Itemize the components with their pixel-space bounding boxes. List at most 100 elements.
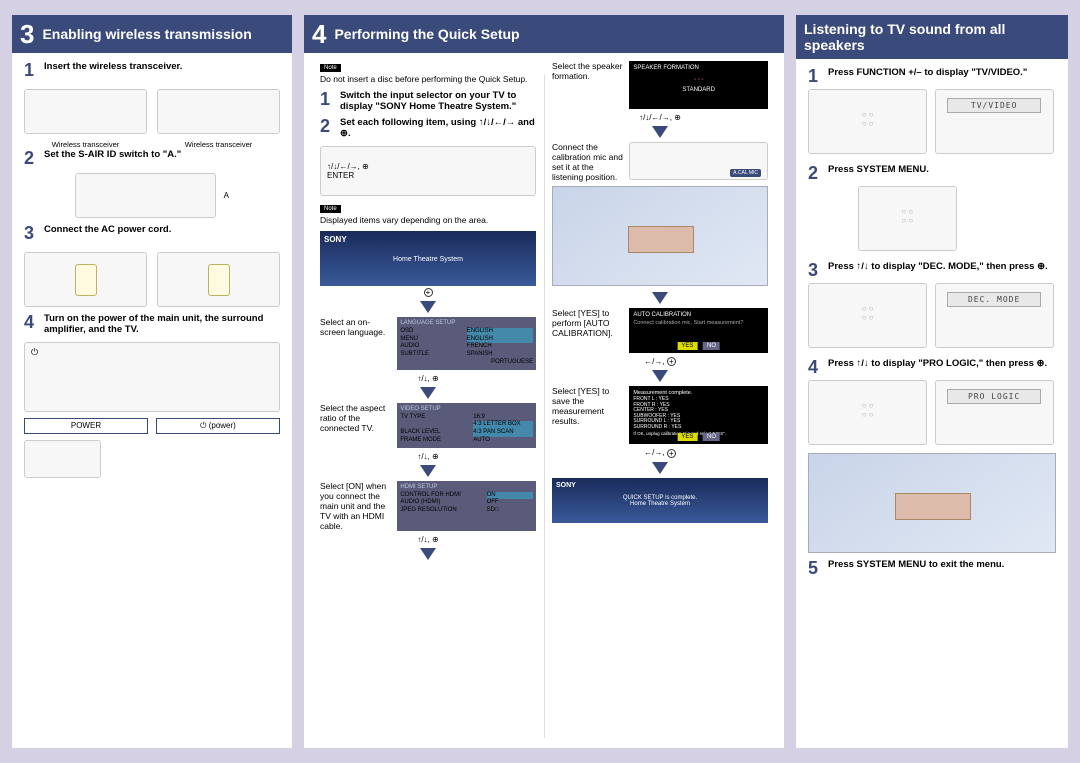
- rowB-label: Select the aspect ratio of the connected…: [320, 403, 391, 448]
- p3-step4: 4 Turn on the power of the main unit, th…: [24, 313, 280, 336]
- video-menu: VIDEO SETUP TV TYPE16:9 4:3 LETTER BOX B…: [397, 403, 536, 448]
- p3-s1-num: 1: [24, 61, 38, 79]
- p3-s2-num: 2: [24, 149, 38, 167]
- hint-c: ↑/↓, ⊕: [320, 535, 536, 544]
- p5-s3-num: 3: [808, 261, 822, 279]
- sony-logo: SONY: [324, 235, 532, 244]
- panel4-header: 4 Performing the Quick Setup: [304, 15, 784, 53]
- device-illus: TV/VIDEO: [935, 89, 1054, 154]
- rowA-label: Select an on-screen language.: [320, 317, 391, 370]
- lang-menu: LANGUAGE SETUP OSDENGLISH MENUENGLISH AU…: [397, 317, 536, 370]
- results-menu: Measurement complete. FRONT L : YES FRON…: [629, 386, 768, 444]
- p5-s3-illus: ○ ○○ ○ DEC. MODE: [808, 283, 1056, 348]
- hint-d: ↑/↓/←/→, ⊕: [552, 113, 768, 122]
- arrow-icon: [652, 292, 668, 304]
- ac-cord-illus-a: [24, 252, 147, 307]
- complete-screen: SONY QUICK SETUP is complete. Home Theat…: [552, 478, 768, 523]
- p5-s4-illus: ○ ○○ ○ PRO LOGIC: [808, 380, 1056, 445]
- p5-s3-text: Press ↑/↓ to display "DEC. MODE," then p…: [828, 261, 1048, 279]
- yes-button: YES: [677, 433, 697, 441]
- cap-a: A: [224, 191, 229, 200]
- no-button: NO: [703, 342, 720, 350]
- surround-sound-illus: [808, 453, 1056, 553]
- p4-rowF: Select [YES] to perform [AUTO CALIBRATIO…: [552, 308, 768, 353]
- remote-illus: ○ ○○ ○: [808, 283, 927, 348]
- device-mic-illus: A.CAL MIC: [629, 142, 768, 182]
- rowF-label: Select [YES] to perform [AUTO CALIBRATIO…: [552, 308, 623, 353]
- auto-calib-menu: AUTO CALIBRATION Connect calibration mic…: [629, 308, 768, 353]
- cap-wt-a: Wireless transceiver: [24, 140, 147, 149]
- p3-s1-text: Insert the wireless transceiver.: [44, 61, 182, 79]
- hint-plus: +: [320, 288, 536, 297]
- power-btn-label: ⏻ (power): [156, 418, 280, 434]
- p3-s4-num: 4: [24, 313, 38, 336]
- no-button: NO: [703, 433, 720, 441]
- p3-s1-illus-row: Wireless transceiver Wireless transceive…: [24, 83, 280, 149]
- note2-text: Displayed items vary depending on the ar…: [320, 215, 536, 225]
- hint-f: ←/→, +: [552, 357, 768, 366]
- arrow-icon: [652, 126, 668, 138]
- panel-tvsound: Listening to TV sound from all speakers …: [796, 15, 1068, 748]
- device-illus: PRO LOGIC: [935, 380, 1054, 445]
- note1-label: Note: [320, 64, 341, 72]
- p3-s4-text: Turn on the power of the main unit, the …: [44, 313, 280, 336]
- transceiver-illus-b: [157, 89, 280, 134]
- cap-wt-b: Wireless transceiver: [157, 140, 280, 149]
- p4-s2-num: 2: [320, 117, 334, 140]
- remote-enter-illus: ↑/↓/←/→, ⊕ ENTER: [320, 146, 536, 196]
- p3-step1: 1 Insert the wireless transceiver.: [24, 61, 280, 79]
- arrow-icon: [652, 462, 668, 474]
- rowG-label: Select [YES] to save the measurement res…: [552, 386, 623, 444]
- panel3-num: 3: [20, 21, 34, 47]
- panel4-num: 4: [312, 21, 326, 47]
- hint-a: ↑/↓, ⊕: [320, 374, 536, 383]
- p3-s2-text: Set the S-AIR ID switch to "A.": [44, 149, 181, 167]
- remote-sysmenu-illus: ○ ○○ ○: [858, 186, 957, 251]
- p5-step2: 2 Press SYSTEM MENU.: [808, 164, 1056, 182]
- panel3-body: 1 Insert the wireless transceiver. Wirel…: [12, 53, 292, 748]
- yes-no-row: YES NO: [675, 343, 722, 349]
- sony-screen: SONY Home Theatre System: [320, 231, 536, 286]
- outlet: [208, 264, 230, 296]
- panel3-title: Enabling wireless transmission: [42, 26, 251, 42]
- arrow-icon: [420, 465, 436, 477]
- p5-step3: 3 Press ↑/↓ to display "DEC. MODE," then…: [808, 261, 1056, 279]
- p4-rowD: Select the speaker formation. SPEAKER FO…: [552, 61, 768, 109]
- outlet: [75, 264, 97, 296]
- power-labels: POWER ⏻ (power): [24, 418, 280, 434]
- page-root: 3 Enabling wireless transmission 1 Inser…: [0, 0, 1080, 763]
- panel-wireless: 3 Enabling wireless transmission 1 Inser…: [12, 15, 292, 748]
- rowC-label: Select [ON] when you connect the main un…: [320, 481, 391, 531]
- p3-step2: 2 Set the S-AIR ID switch to "A.": [24, 149, 280, 167]
- room-layout-illus: [552, 186, 768, 286]
- remote-illus: ○ ○○ ○: [808, 380, 927, 445]
- surround-amp-illus: [24, 440, 101, 478]
- speaker-formation-menu: SPEAKER FORMATION ▫ ▫ ▫ STANDARD: [629, 61, 768, 109]
- hts-text: Home Theatre System: [324, 256, 532, 263]
- yes-no-row2: YES NO: [675, 434, 722, 440]
- p4-rowA: Select an on-screen language. LANGUAGE S…: [320, 317, 536, 370]
- p5-s4-text: Press ↑/↓ to display "PRO LOGIC," then p…: [828, 358, 1047, 376]
- arrow-icon: [420, 301, 436, 313]
- p4-s2-text: Set each following item, using ↑/↓/←/→ a…: [340, 117, 536, 140]
- p5-s5-num: 5: [808, 559, 822, 577]
- hdmi-menu: HDMI SETUP CONTROL FOR HDMION AUDIO (HDM…: [397, 481, 536, 531]
- ac-cord-illus-b: [157, 252, 280, 307]
- p3-s3-num: 3: [24, 224, 38, 242]
- note1-text: Do not insert a disc before performing t…: [320, 74, 536, 84]
- panel5-title: Listening to TV sound from all speakers: [804, 21, 1060, 53]
- p5-s1-num: 1: [808, 67, 822, 85]
- p3-s3-illus-row: [24, 246, 280, 313]
- panel3-header: 3 Enabling wireless transmission: [12, 15, 292, 53]
- transceiver-illus-a: [24, 89, 147, 134]
- p3-step3: 3 Connect the AC power cord.: [24, 224, 280, 242]
- display-tvvideo: TV/VIDEO: [947, 98, 1041, 113]
- panel4-divider: [544, 75, 545, 738]
- p4-s1-num: 1: [320, 90, 334, 113]
- yes-button: YES: [677, 342, 697, 350]
- display-decmode: DEC. MODE: [947, 292, 1041, 307]
- arrow-icon: [420, 387, 436, 399]
- arrow-icon: [420, 548, 436, 560]
- arrow-icon: [652, 370, 668, 382]
- device-illus: DEC. MODE: [935, 283, 1054, 348]
